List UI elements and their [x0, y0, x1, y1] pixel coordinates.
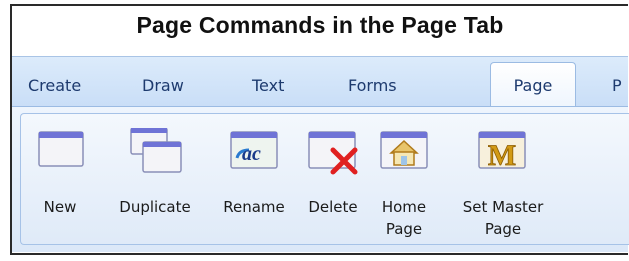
rename-label: Rename: [223, 198, 285, 216]
new-label: New: [43, 198, 77, 216]
tab-create[interactable]: Create: [28, 76, 81, 95]
figure-frame: Page Commands in the Page Tab Create Dra…: [10, 4, 629, 255]
delete-label: Delete: [308, 198, 358, 216]
svg-text:ac: ac: [242, 143, 261, 165]
page-command-group: New Duplicate ac Rename Delete Home Page…: [20, 113, 629, 245]
duplicate-label: Duplicate: [119, 198, 191, 216]
delete-page-icon: [308, 131, 358, 175]
tab-partial[interactable]: P: [612, 76, 622, 95]
set-master-page-icon: M: [478, 131, 526, 172]
duplicate-page-icon: [130, 128, 182, 173]
set-master-page-label: Set Master Page: [462, 198, 544, 238]
tab-draw[interactable]: Draw: [142, 76, 184, 95]
ribbon-tab-bar: Create Draw Text Forms Page P: [12, 56, 628, 108]
new-page-icon: [38, 131, 84, 167]
home-page-label: Home Page: [381, 198, 427, 238]
tab-text[interactable]: Text: [252, 76, 284, 95]
figure-title: Page Commands in the Page Tab: [136, 12, 504, 38]
tab-page[interactable]: Page: [490, 62, 576, 108]
ribbon-panel: New Duplicate ac Rename Delete Home Page…: [12, 106, 629, 252]
tab-forms[interactable]: Forms: [348, 76, 397, 95]
rename-page-icon: ac: [230, 131, 278, 169]
home-page-icon: [380, 131, 428, 169]
svg-text:M: M: [488, 139, 516, 172]
